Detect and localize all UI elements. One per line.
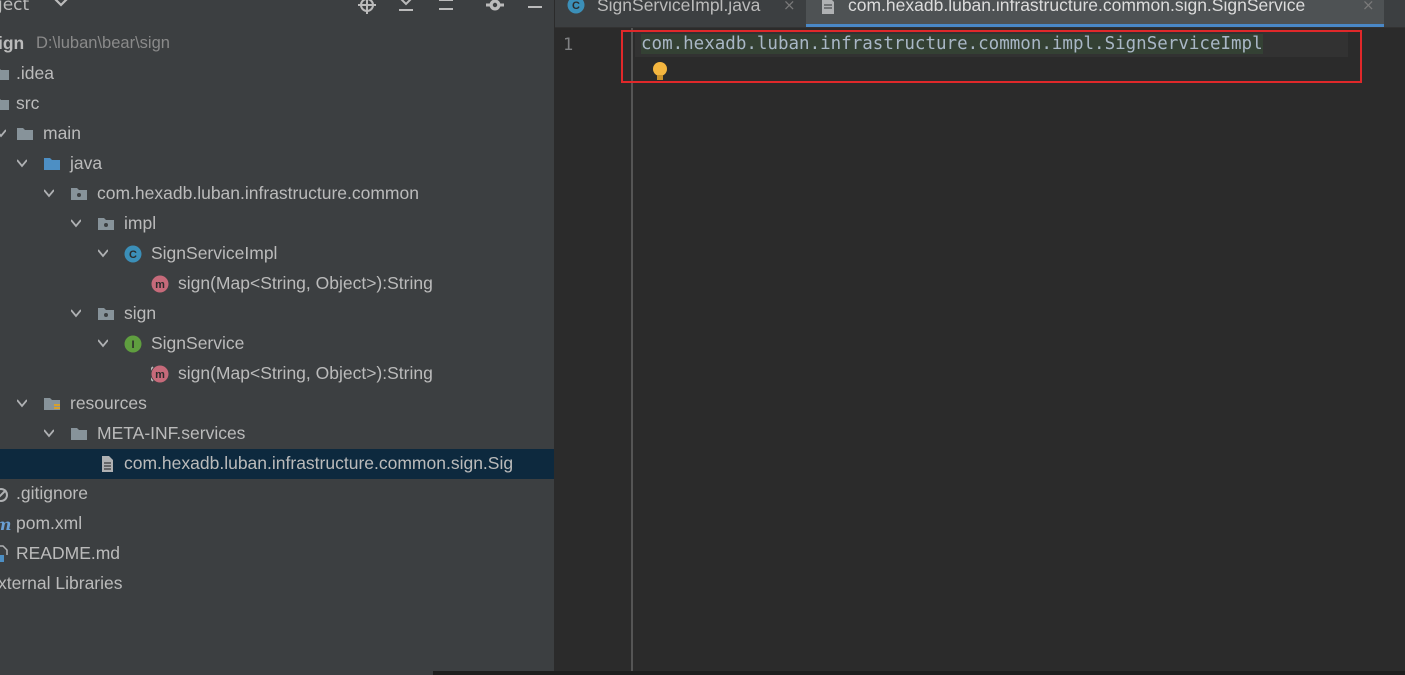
tree-row-resources[interactable]: resources bbox=[0, 389, 554, 419]
chevron-down-icon[interactable] bbox=[98, 248, 108, 258]
markdown-file-icon bbox=[0, 545, 8, 562]
folder-icon bbox=[0, 99, 9, 110]
tree-label: com.hexadb.luban.infrastructure.common bbox=[97, 183, 419, 203]
gear-icon[interactable] bbox=[486, 0, 504, 14]
tree-label: src bbox=[16, 93, 40, 113]
expand-all-icon[interactable] bbox=[437, 0, 455, 14]
chevron-down-icon[interactable] bbox=[44, 428, 54, 438]
ignore-file-icon bbox=[0, 488, 8, 502]
active-tab-underline bbox=[806, 24, 1384, 27]
text-file-icon bbox=[822, 0, 834, 14]
tree-label: main bbox=[43, 123, 81, 143]
close-icon[interactable]: × bbox=[783, 0, 796, 14]
tree-label: .idea bbox=[16, 63, 54, 83]
project-toolbar: ject bbox=[0, 0, 554, 18]
package-icon bbox=[71, 188, 87, 200]
class-icon: C bbox=[567, 0, 585, 14]
folder-icon bbox=[0, 69, 9, 80]
chevron-down-icon[interactable] bbox=[44, 188, 54, 198]
chevron-down-icon[interactable] bbox=[98, 338, 108, 348]
tree-label: sign(Map<String, Object>):String bbox=[178, 273, 433, 293]
tree-label: sign(Map<String, Object>):String bbox=[178, 363, 433, 383]
bottom-edge-strip bbox=[433, 671, 1405, 675]
tree-row-package-impl[interactable]: impl bbox=[0, 209, 554, 239]
tab-label: com.hexadb.luban.infrastructure.common.s… bbox=[848, 0, 1306, 15]
module-name: ign bbox=[0, 33, 25, 53]
tree-row-java[interactable]: java bbox=[0, 149, 554, 179]
tree-label: com.hexadb.luban.infrastructure.common.s… bbox=[124, 453, 514, 473]
line-number: 1 bbox=[563, 35, 574, 55]
module-path: D:\luban\bear\sign bbox=[36, 34, 170, 52]
tree-row-meta-inf[interactable]: META-INF.services bbox=[0, 419, 554, 449]
chevron-down-icon[interactable] bbox=[71, 308, 81, 318]
tree-row-external-libraries[interactable]: xternal Libraries bbox=[0, 569, 554, 599]
close-icon[interactable]: × bbox=[1362, 0, 1375, 14]
tree-label: impl bbox=[124, 213, 157, 233]
tree-row-method[interactable]: m sign(Map<String, Object>):String bbox=[0, 269, 554, 299]
chevron-down-icon[interactable] bbox=[0, 128, 6, 138]
tree-row-src[interactable]: src bbox=[0, 89, 554, 119]
tree-label: SignServiceImpl bbox=[151, 243, 278, 263]
method-icon: m bbox=[151, 275, 169, 293]
tree-label: resources bbox=[70, 393, 147, 413]
tree-row-package-sign[interactable]: sign bbox=[0, 299, 554, 329]
target-icon[interactable] bbox=[358, 0, 376, 14]
tree-row-idea[interactable]: .idea bbox=[0, 59, 554, 89]
minimize-icon[interactable] bbox=[526, 0, 544, 14]
text-file-icon bbox=[102, 456, 113, 472]
gutter-separator bbox=[631, 28, 633, 675]
tree-row-class-impl[interactable]: C SignServiceImpl bbox=[0, 239, 554, 269]
tree-label: .gitignore bbox=[16, 483, 88, 503]
source-folder-icon bbox=[44, 158, 60, 170]
chevron-down-icon[interactable] bbox=[17, 398, 27, 408]
tree-row-main[interactable]: main bbox=[0, 119, 554, 149]
project-view-title[interactable]: ject bbox=[0, 0, 29, 15]
chevron-down-icon[interactable] bbox=[54, 0, 68, 10]
tree-row-gitignore[interactable]: .gitignore bbox=[0, 479, 554, 509]
tree-label: sign bbox=[124, 303, 157, 323]
tree-label: SignService bbox=[151, 333, 245, 353]
chevron-down-icon[interactable] bbox=[71, 218, 81, 228]
package-icon bbox=[98, 308, 114, 320]
collapse-all-icon[interactable] bbox=[397, 0, 415, 14]
svg-text:m: m bbox=[155, 279, 165, 291]
tree-row-service-file[interactable]: com.hexadb.luban.infrastructure.common.s… bbox=[0, 449, 554, 479]
folder-icon bbox=[71, 428, 87, 440]
tree-label: java bbox=[70, 153, 103, 173]
svg-text:I: I bbox=[131, 339, 134, 351]
tree-row-readme[interactable]: README.md bbox=[0, 539, 554, 569]
tree-row-interface[interactable]: I SignService bbox=[0, 329, 554, 359]
project-panel: ject ign D:\luban\bear\sign .idea src ma… bbox=[0, 0, 554, 675]
package-icon bbox=[98, 218, 114, 230]
editor-panel: C SignServiceImpl.java × com.hexadb.luba… bbox=[555, 0, 1405, 675]
tree-label: xternal Libraries bbox=[0, 573, 123, 593]
tree-row-method[interactable]: m sign(Map<String, Object>):String bbox=[0, 359, 554, 389]
tree-label: META-INF.services bbox=[97, 423, 246, 443]
tree-row-package-common[interactable]: com.hexadb.luban.infrastructure.common bbox=[0, 179, 554, 209]
chevron-down-icon[interactable] bbox=[17, 158, 27, 168]
tab-signserviceimpl[interactable]: C SignServiceImpl.java × bbox=[555, 0, 805, 27]
abstract-method-icon: m bbox=[151, 365, 169, 383]
tab-label: SignServiceImpl.java bbox=[597, 0, 761, 15]
interface-icon: I bbox=[124, 335, 142, 353]
tree-label: README.md bbox=[16, 543, 121, 563]
tree-row-pom[interactable]: m pom.xml bbox=[0, 509, 554, 539]
resources-folder-icon bbox=[44, 398, 60, 410]
tab-signservice-active[interactable]: com.hexadb.luban.infrastructure.common.s… bbox=[806, 0, 1384, 27]
annotation-highlight-box bbox=[621, 30, 1362, 83]
class-icon: C bbox=[124, 245, 142, 263]
maven-icon: m bbox=[0, 515, 11, 533]
tree-label: pom.xml bbox=[16, 513, 83, 533]
tree-row-module[interactable]: ign D:\luban\bear\sign bbox=[0, 29, 554, 59]
svg-text:m: m bbox=[0, 515, 11, 533]
svg-text:m: m bbox=[155, 369, 165, 381]
folder-icon bbox=[17, 128, 33, 140]
svg-text:C: C bbox=[129, 249, 137, 261]
svg-text:C: C bbox=[572, 0, 580, 12]
editor-tab-bar: C SignServiceImpl.java × com.hexadb.luba… bbox=[555, 0, 1405, 28]
